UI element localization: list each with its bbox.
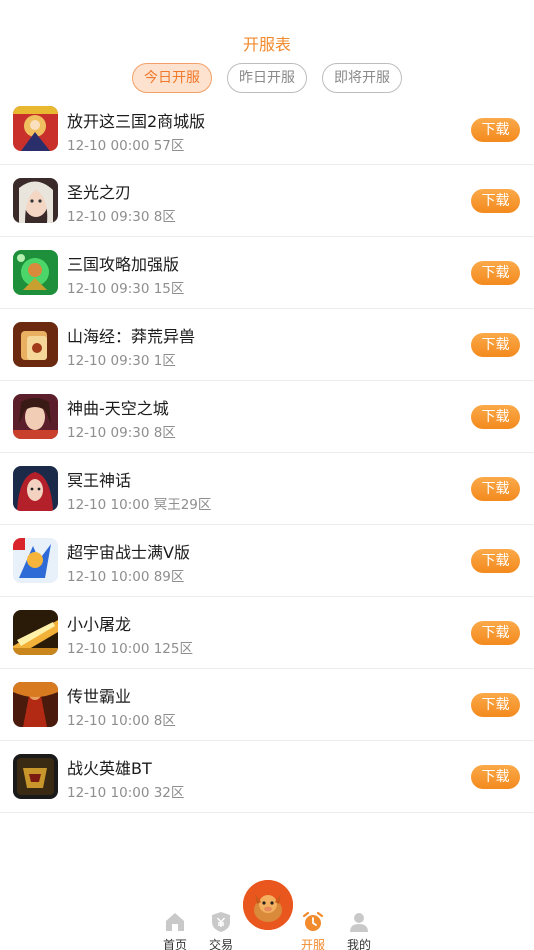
server-list: 放开这三国2商城版 12-10 00:00 57区 下载 圣光之刃 12-10 … [0, 94, 534, 813]
game-server-time: 12-10 10:00 89区 [67, 569, 185, 585]
game-name: 山海经：莽荒异兽 [67, 327, 196, 346]
game-name: 冥王神话 [67, 471, 132, 490]
list-item[interactable]: 传世霸业 12-10 10:00 8区 下载 [0, 669, 534, 741]
game-server-time: 12-10 09:30 8区 [67, 209, 176, 225]
tabbar-item-server[interactable]: 开服 [293, 910, 333, 950]
home-icon [163, 910, 187, 934]
game-name: 三国攻略加强版 [67, 255, 180, 274]
list-item[interactable]: 超宇宙战士满V版 12-10 10:00 89区 下载 [0, 525, 534, 597]
tab-upcoming[interactable]: 即将开服 [322, 63, 402, 93]
alarm-clock-icon [301, 910, 325, 934]
download-button[interactable]: 下载 [471, 189, 520, 213]
list-item[interactable]: 冥王神话 12-10 10:00 冥王29区 下载 [0, 453, 534, 525]
list-item[interactable]: 战火英雄BT 12-10 10:00 32区 下载 [0, 741, 534, 813]
bottom-tabbar: 首页 交易 开服 我的 [0, 880, 534, 950]
game-name: 放开这三国2商城版 [67, 112, 206, 131]
download-button[interactable]: 下载 [471, 261, 520, 285]
trade-shield-icon [209, 910, 233, 934]
game-icon[interactable] [13, 538, 58, 583]
list-item[interactable]: 神曲-天空之城 12-10 09:30 8区 下载 [0, 381, 534, 453]
tab-today[interactable]: 今日开服 [132, 63, 212, 93]
download-button[interactable]: 下载 [471, 621, 520, 645]
tabbar-item-mine[interactable]: 我的 [339, 910, 379, 950]
user-icon [347, 910, 371, 934]
game-icon[interactable] [13, 178, 58, 223]
tabbar-label: 开服 [300, 938, 325, 950]
game-server-time: 12-10 09:30 8区 [67, 425, 176, 441]
game-server-time: 12-10 10:00 125区 [67, 641, 193, 657]
game-name: 战火英雄BT [67, 759, 152, 778]
game-icon[interactable] [13, 682, 58, 727]
game-name: 超宇宙战士满V版 [67, 543, 190, 562]
header: 开服表 今日开服 昨日开服 即将开服 [0, 0, 534, 102]
game-name: 圣光之刃 [67, 183, 132, 202]
download-button[interactable]: 下载 [471, 765, 520, 789]
download-button[interactable]: 下载 [471, 549, 520, 573]
game-server-time: 12-10 10:00 32区 [67, 785, 185, 801]
game-server-time: 12-10 10:00 8区 [67, 713, 176, 729]
tabbar-item-home[interactable]: 首页 [155, 910, 195, 950]
game-icon[interactable] [13, 754, 58, 799]
game-icon[interactable] [13, 394, 58, 439]
list-item[interactable]: 放开这三国2商城版 12-10 00:00 57区 下载 [0, 94, 534, 165]
game-icon[interactable] [13, 466, 58, 511]
game-server-time: 12-10 09:30 15区 [67, 281, 185, 297]
center-mascot-button[interactable] [243, 880, 293, 930]
game-name: 神曲-天空之城 [67, 399, 169, 418]
game-name: 小小屠龙 [67, 615, 132, 634]
game-server-time: 12-10 09:30 1区 [67, 353, 176, 369]
download-button[interactable]: 下载 [471, 477, 520, 501]
game-icon[interactable] [13, 322, 58, 367]
server-tabs: 今日开服 昨日开服 即将开服 [0, 63, 534, 93]
tab-yesterday[interactable]: 昨日开服 [227, 63, 307, 93]
download-button[interactable]: 下载 [471, 333, 520, 357]
tabbar-label: 我的 [346, 938, 371, 950]
tabbar-item-trade[interactable]: 交易 [201, 910, 241, 950]
game-server-time: 12-10 00:00 57区 [67, 138, 185, 154]
download-button[interactable]: 下载 [471, 405, 520, 429]
game-name: 传世霸业 [67, 687, 132, 706]
list-item[interactable]: 三国攻略加强版 12-10 09:30 15区 下载 [0, 237, 534, 309]
list-item[interactable]: 山海经：莽荒异兽 12-10 09:30 1区 下载 [0, 309, 534, 381]
download-button[interactable]: 下载 [471, 693, 520, 717]
list-item[interactable]: 小小屠龙 12-10 10:00 125区 下载 [0, 597, 534, 669]
list-item[interactable]: 圣光之刃 12-10 09:30 8区 下载 [0, 165, 534, 237]
page-title: 开服表 [242, 35, 291, 54]
game-icon[interactable] [13, 106, 58, 151]
download-button[interactable]: 下载 [471, 118, 520, 142]
game-server-time: 12-10 10:00 冥王29区 [67, 497, 212, 513]
game-icon[interactable] [13, 610, 58, 655]
mascot-icon [243, 880, 293, 930]
tabbar-label: 首页 [162, 938, 187, 950]
game-icon[interactable] [13, 250, 58, 295]
tabbar-label: 交易 [208, 938, 233, 950]
